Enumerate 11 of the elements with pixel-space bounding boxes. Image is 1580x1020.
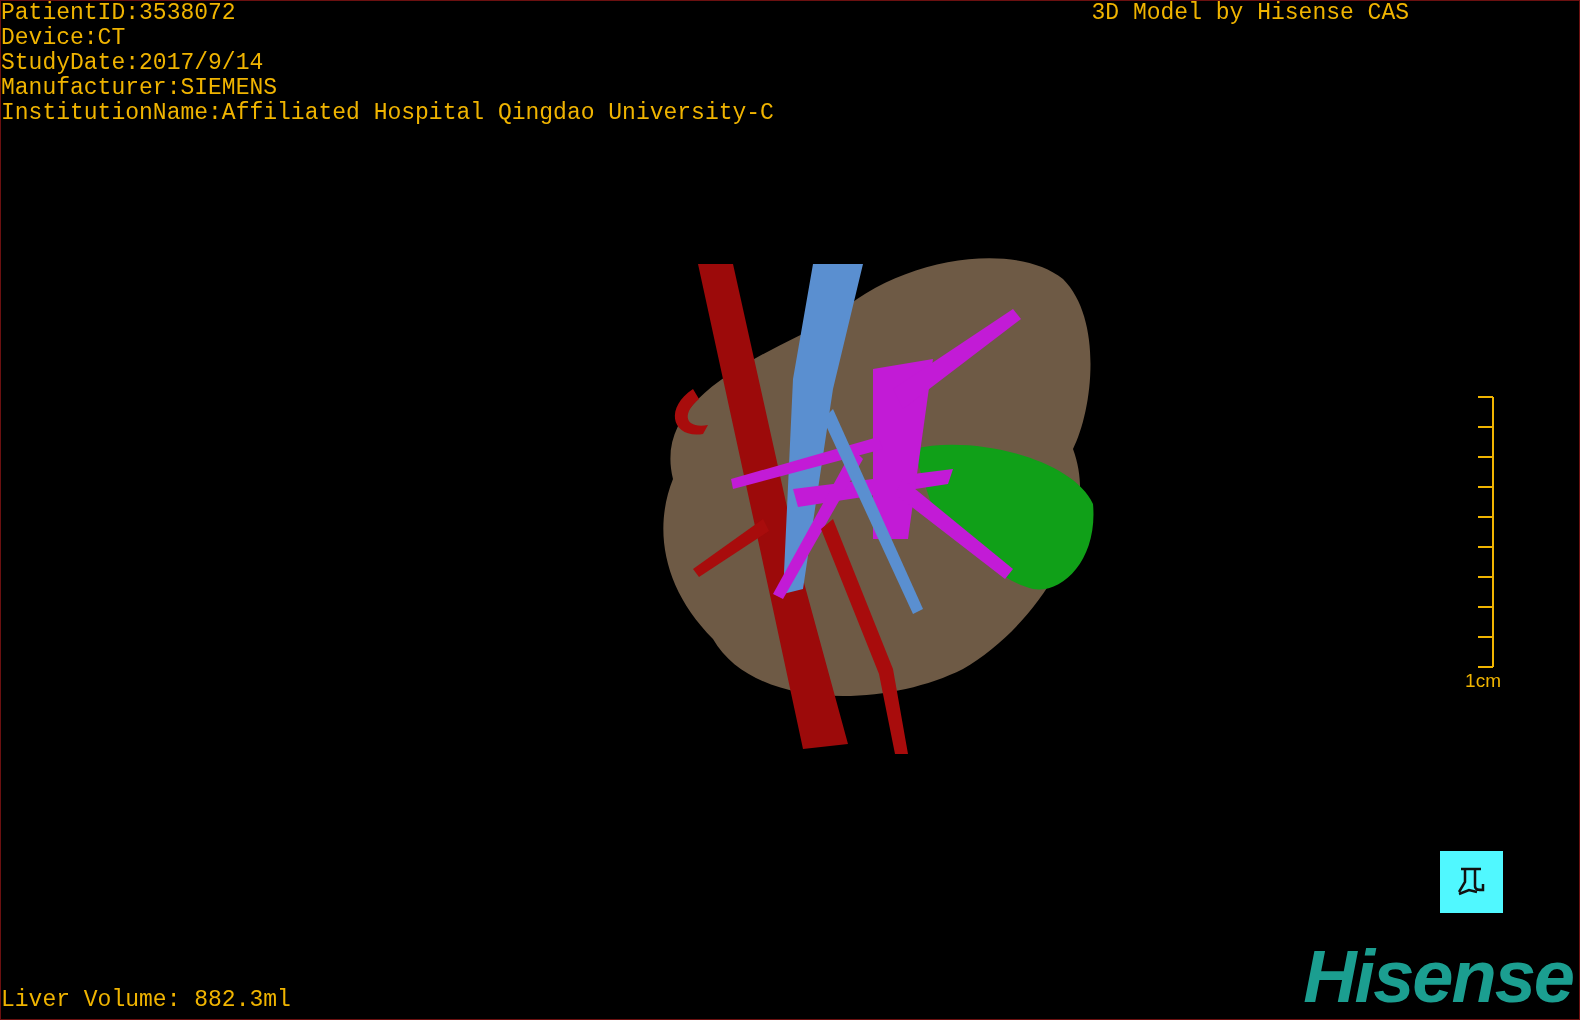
orientation-button[interactable] bbox=[1440, 851, 1503, 913]
viewer-title: 3D Model by Hisense CAS bbox=[1091, 1, 1409, 28]
info-text: StudyDate:2017/9/14 bbox=[1, 51, 265, 76]
info-text: Manufacturer:SIEMENS bbox=[1, 76, 279, 101]
brand-logo: Hisense bbox=[1303, 941, 1573, 1013]
scale-bar-icon bbox=[1477, 395, 1495, 668]
info-text: PatientID:3538072 bbox=[1, 1, 237, 26]
scale-label: 1cm bbox=[1465, 669, 1501, 692]
liver-volume-text: Liver Volume: 882.3ml bbox=[1, 988, 291, 1013]
info-text: InstitutionName:Affiliated Hospital Qingdao University-C bbox=[1, 101, 774, 126]
info-text: Device:CT bbox=[1, 26, 127, 51]
